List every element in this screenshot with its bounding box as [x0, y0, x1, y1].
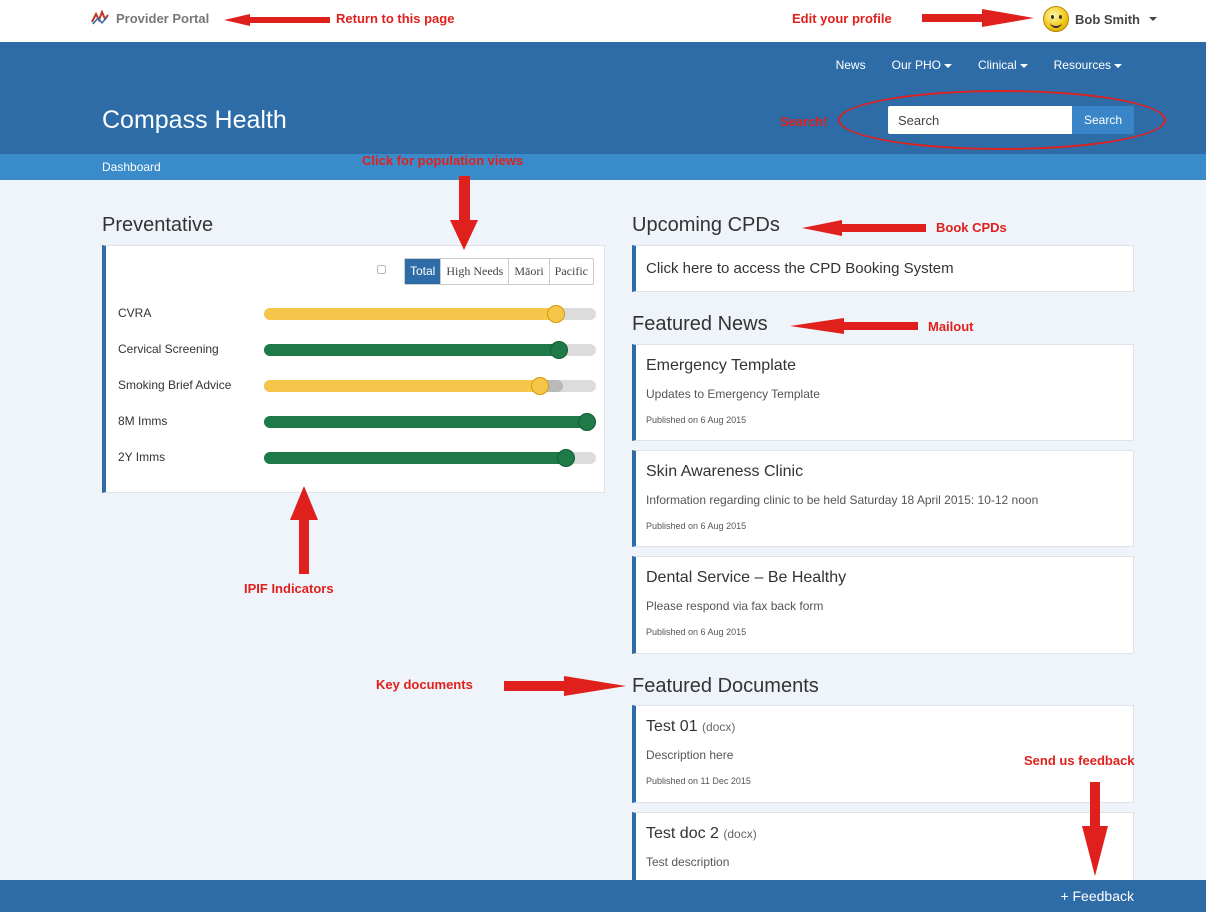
user-menu[interactable]: Bob Smith	[1043, 6, 1157, 32]
chevron-down-icon	[943, 63, 952, 68]
provider-portal-link[interactable]: Provider Portal	[90, 10, 209, 26]
site-title[interactable]: Compass Health	[102, 106, 287, 135]
indicator-track	[264, 341, 596, 359]
indicator-knob[interactable]	[547, 305, 566, 323]
indicator-knob[interactable]	[578, 413, 596, 431]
document-ext: (docx)	[723, 827, 757, 841]
indicator-row: Smoking Brief Advice	[118, 376, 598, 396]
tab-high-needs[interactable]: High Needs	[440, 259, 508, 284]
annotation-book-cpds: Book CPDs	[936, 220, 1007, 235]
breadcrumb-dashboard[interactable]: Dashboard	[102, 160, 161, 174]
annotation-profile: Edit your profile	[792, 11, 892, 26]
news-card-date: Published on 6 Aug 2015	[646, 415, 747, 425]
cpd-title: Upcoming CPDs	[632, 214, 780, 236]
chevron-down-icon	[1149, 17, 1157, 21]
news-card-title[interactable]: Skin Awareness Clinic	[646, 463, 803, 481]
indicator-fill	[264, 380, 540, 392]
top-bar: Provider Portal Bob Smith	[0, 0, 1206, 42]
annotation-feedback: Send us feedback	[1024, 753, 1135, 768]
indicator-fill	[264, 452, 567, 464]
footer-bar: + Feedback	[0, 880, 1206, 912]
indicator-fill	[264, 344, 560, 356]
documents-title: Featured Documents	[632, 675, 819, 697]
mailout-arrow	[790, 318, 918, 334]
annotation-search: Search!	[780, 114, 828, 129]
search-annotation-ring	[838, 90, 1166, 150]
indicator-track	[264, 413, 596, 431]
indicator-fill	[264, 416, 596, 428]
user-name: Bob Smith	[1075, 11, 1140, 27]
news-card-date: Published on 6 Aug 2015	[646, 627, 747, 637]
document-card-title[interactable]: Test 01 (docx)	[646, 718, 735, 736]
indicator-label: Cervical Screening	[118, 342, 219, 356]
annotation-key-docs: Key documents	[376, 677, 473, 692]
indicator-label: 8M Imms	[118, 414, 168, 428]
annotation-mailout: Mailout	[928, 319, 974, 334]
nav-label: News	[835, 58, 866, 72]
preventative-title: Preventative	[102, 214, 214, 236]
document-card-desc: Description here	[646, 748, 734, 762]
document-name: Test doc 2	[646, 825, 719, 842]
chevron-down-icon	[1019, 63, 1028, 68]
news-card-desc: Updates to Emergency Template	[646, 387, 820, 401]
news-title: Featured News	[632, 313, 768, 335]
population-checkbox[interactable]	[377, 265, 386, 274]
main-nav: News Our PHO Clinical Resources	[836, 58, 1122, 72]
indicator-track	[264, 305, 596, 323]
document-card-date: Published on 11 Dec 2015	[646, 776, 751, 786]
news-card-desc: Please respond via fax back form	[646, 599, 824, 613]
indicator-label: Smoking Brief Advice	[118, 378, 232, 392]
feedback-button[interactable]: + Feedback	[1060, 888, 1134, 904]
news-card[interactable]: Dental Service – Be Healthy Please respo…	[632, 556, 1134, 654]
nav-label: Resources	[1053, 58, 1111, 72]
population-arrow	[450, 176, 478, 250]
news-card[interactable]: Skin Awareness Clinic Information regard…	[632, 450, 1134, 547]
indicator-row: 8M Imms	[118, 412, 598, 432]
news-card-date: Published on 6 Aug 2015	[646, 521, 747, 531]
document-ext: (docx)	[702, 720, 736, 734]
indicator-knob[interactable]	[530, 377, 549, 395]
indicator-knob[interactable]	[550, 341, 569, 359]
nav-item-clinical[interactable]: Clinical	[978, 58, 1028, 72]
news-card[interactable]: Emergency Template Updates to Emergency …	[632, 344, 1134, 441]
annotation-population: Click for population views	[362, 153, 524, 168]
indicator-track	[264, 377, 596, 395]
tab-maori[interactable]: Māori	[508, 259, 548, 284]
nav-item-news[interactable]: News	[836, 58, 866, 72]
document-card-title[interactable]: Test doc 2 (docx)	[646, 825, 757, 843]
news-card-desc: Information regarding clinic to be held …	[646, 493, 1039, 507]
annotation-return: Return to this page	[336, 11, 455, 26]
cpd-arrow	[802, 220, 926, 236]
indicator-knob[interactable]	[557, 449, 576, 467]
news-card-title[interactable]: Emergency Template	[646, 357, 796, 375]
cpd-link[interactable]: Click here to access the CPD Booking Sys…	[646, 260, 954, 277]
ipif-arrow	[290, 486, 318, 574]
tab-total[interactable]: Total	[404, 259, 441, 284]
breadcrumb-bar: Dashboard	[0, 154, 1206, 180]
nav-label: Our PHO	[891, 58, 941, 72]
population-tabs: Total High Needs Māori Pacific	[403, 258, 594, 285]
indicator-row: Cervical Screening	[118, 340, 598, 360]
cpd-card[interactable]: Click here to access the CPD Booking Sys…	[632, 245, 1134, 292]
indicator-row: CVRA	[118, 304, 598, 324]
news-card-title[interactable]: Dental Service – Be Healthy	[646, 569, 846, 587]
document-name: Test 01	[646, 718, 698, 735]
avatar	[1043, 6, 1069, 32]
indicator-label: CVRA	[118, 306, 152, 320]
nav-label: Clinical	[977, 58, 1017, 72]
document-card-desc: Test description	[646, 855, 730, 869]
indicator-row: 2Y Imms	[118, 448, 598, 468]
indicator-label: 2Y Imms	[118, 450, 166, 464]
tab-pacific[interactable]: Pacific	[548, 259, 593, 284]
brand-label: Provider Portal	[116, 10, 210, 26]
annotation-ipif: IPIF Indicators	[244, 581, 334, 596]
preventative-panel: Total High Needs Māori Pacific CVRA Cervi…	[102, 245, 605, 493]
portal-logo-icon	[91, 10, 109, 25]
nav-item-our-pho[interactable]: Our PHO	[892, 58, 952, 72]
key-docs-arrow	[504, 676, 626, 696]
chevron-down-icon	[1114, 63, 1122, 68]
indicator-fill	[264, 308, 557, 320]
nav-item-resources[interactable]: Resources	[1054, 58, 1122, 72]
indicator-track	[264, 449, 596, 467]
